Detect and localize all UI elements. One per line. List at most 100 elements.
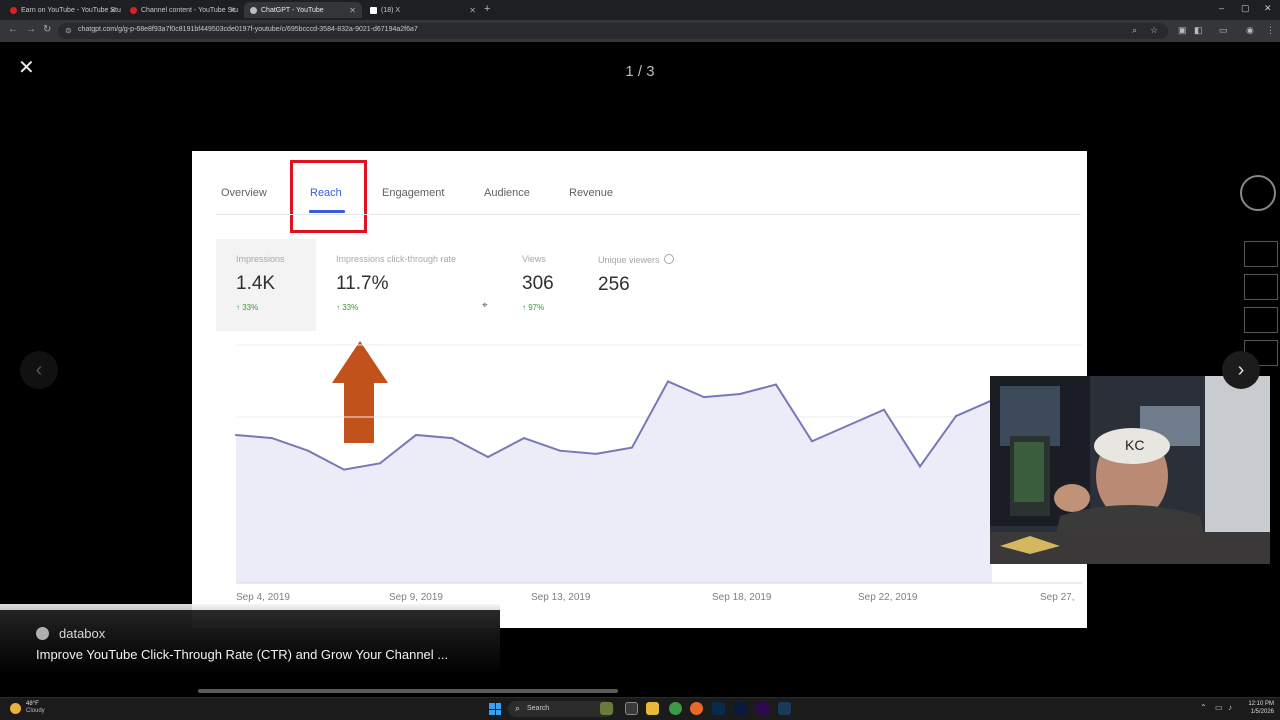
image-caption-title[interactable]: Improve YouTube Click-Through Rate (CTR)… xyxy=(36,647,448,662)
tab-overview: Overview xyxy=(221,187,267,199)
tab-close-icon[interactable]: ✕ xyxy=(349,6,356,15)
tab-close-icon[interactable]: ✕ xyxy=(229,6,236,15)
new-tab-icon[interactable]: + xyxy=(484,3,490,15)
copilot-icon[interactable] xyxy=(600,702,613,715)
browser-tab[interactable]: (18) X ✕ xyxy=(364,2,482,18)
window-close-icon[interactable]: ✕ xyxy=(1264,3,1272,14)
clock-time: 12:10 PM xyxy=(1248,701,1274,707)
sidepanel-icon[interactable]: ▭ xyxy=(1219,25,1228,36)
previous-image-button[interactable]: ‹ xyxy=(20,351,58,389)
reload-icon[interactable]: ↻ xyxy=(43,24,51,35)
steam-icon[interactable] xyxy=(778,702,791,715)
x-axis-label: Sep 22, 2019 xyxy=(858,592,918,603)
tray-chevron-icon[interactable]: ⌃ xyxy=(1200,703,1207,712)
chart-data-point xyxy=(631,446,633,449)
webcam-overlay: KC xyxy=(990,376,1270,564)
address-bar: ← → ↻ ⊜ chatgpt.com/g/g-p-68e8f93a7f0c81… xyxy=(0,20,1280,42)
volume-icon[interactable]: ♪ xyxy=(1228,703,1232,712)
metric-ctr: Impressions click-through rate 11.7% ↑ 3… xyxy=(336,254,456,312)
browser-tab-strip: Earn on YouTube - YouTube Stu ✕ Channel … xyxy=(0,0,1280,20)
forward-icon[interactable]: → xyxy=(26,24,36,35)
zoom-icon[interactable]: ⌕ xyxy=(1132,25,1137,36)
chart-data-point xyxy=(595,452,597,455)
url-text: chatgpt.com/g/g-p-68e8f93a7f0c8191bf4495… xyxy=(78,26,418,33)
weather-widget[interactable]: 48°F Cloudy xyxy=(10,701,45,715)
chart-data-point xyxy=(919,465,921,468)
chart-data-point xyxy=(271,437,273,440)
metric-label: Impressions click-through rate xyxy=(336,254,457,264)
browser-tab-title: ChatGPT - YouTube xyxy=(261,6,324,14)
weather-icon xyxy=(10,702,21,714)
mouse-cursor-icon: ⌖ xyxy=(482,300,488,311)
file-explorer-icon[interactable] xyxy=(646,702,659,715)
x-favicon-icon xyxy=(370,6,377,14)
task-view-icon[interactable] xyxy=(625,702,638,715)
chart-data-point xyxy=(487,456,489,458)
maximize-icon[interactable]: ▢ xyxy=(1241,3,1250,14)
chart-data-point xyxy=(379,462,381,465)
lightroom-icon[interactable] xyxy=(712,702,725,715)
taskbar-search[interactable]: ⌕ Search xyxy=(508,701,614,717)
chart-data-point xyxy=(307,449,309,452)
metric-impressions: Impressions 1.4K ↑ 33% xyxy=(236,254,285,312)
bookmark-star-icon[interactable]: ☆ xyxy=(1150,25,1158,36)
metric-value: 306 xyxy=(522,273,554,294)
tab-close-icon[interactable]: ✕ xyxy=(109,6,116,15)
chart-data-point xyxy=(451,437,453,440)
metric-value: 1.4K xyxy=(236,273,276,294)
image-source[interactable]: databox xyxy=(36,626,105,641)
weather-desc: Cloudy xyxy=(26,708,45,714)
chart-data-point xyxy=(343,468,345,471)
chart-data-point xyxy=(415,433,417,436)
x-axis-label: Sep 9, 2019 xyxy=(389,592,443,603)
metric-views: Views 306 ↑ 97% xyxy=(522,254,554,312)
url-field[interactable]: ⊜ chatgpt.com/g/g-p-68e8f93a7f0c8191bf44… xyxy=(58,23,1168,39)
windows-taskbar: 48°F Cloudy ⌕ Search ⌃ ▭ ♪ 12:10 PM 1/5/… xyxy=(0,697,1280,720)
chart-data-point xyxy=(955,415,957,418)
metric-unique-viewers: Unique viewers 256 xyxy=(598,254,674,296)
browser-tab-title: Channel content - YouTube Stu xyxy=(141,6,239,14)
youtube-analytics-slide: Overview Reach Engagement Audience Reven… xyxy=(192,151,1087,628)
svg-text:KC: KC xyxy=(1125,437,1144,453)
image-counter: 1 / 3 xyxy=(625,63,655,80)
search-label: Search xyxy=(527,705,550,712)
site-info-icon[interactable]: ⊜ xyxy=(65,26,72,35)
menu-icon[interactable]: ⋮ xyxy=(1266,25,1275,36)
browser-tab-title: Earn on YouTube - YouTube Stu xyxy=(21,6,121,14)
chart-data-point xyxy=(703,396,705,399)
minimize-icon[interactable]: – xyxy=(1219,3,1224,13)
source-favicon-icon xyxy=(36,627,49,640)
puzzle-extensions-icon[interactable]: ◧ xyxy=(1194,25,1203,36)
chart-data-point xyxy=(739,393,741,395)
network-icon[interactable]: ▭ xyxy=(1215,703,1223,712)
x-axis-label: Sep 18, 2019 xyxy=(712,592,772,603)
next-image-button[interactable]: › xyxy=(1222,351,1260,389)
close-viewer-icon[interactable]: ✕ xyxy=(18,58,35,78)
photoshop-icon[interactable] xyxy=(734,702,747,715)
premiere-icon[interactable] xyxy=(756,702,769,715)
chatgpt-favicon-icon xyxy=(250,6,257,14)
taskbar-clock[interactable]: 12:10 PM 1/5/2026 xyxy=(1240,700,1274,716)
horizontal-scrollbar[interactable] xyxy=(198,689,618,693)
chart-data-point xyxy=(667,380,669,383)
metric-change: ↑ 33% xyxy=(336,303,359,312)
firefox-icon[interactable] xyxy=(690,702,703,715)
extension-icon[interactable]: ▣ xyxy=(1178,25,1187,36)
caption-background xyxy=(0,610,500,676)
metric-change: ↑ 33% xyxy=(236,303,259,312)
chrome-icon[interactable] xyxy=(669,702,682,715)
screen: Earn on YouTube - YouTube Stu ✕ Channel … xyxy=(0,0,1280,720)
profile-icon[interactable]: ◉ xyxy=(1246,25,1254,36)
browser-tab[interactable]: Channel content - YouTube Stu ✕ xyxy=(124,2,242,18)
back-icon[interactable]: ← xyxy=(8,24,18,35)
tab-revenue: Revenue xyxy=(569,187,614,199)
browser-tab[interactable]: Earn on YouTube - YouTube Stu ✕ xyxy=(4,2,122,18)
metric-label: Views xyxy=(522,254,546,264)
tab-close-icon[interactable]: ✕ xyxy=(469,6,476,15)
windows-start-icon[interactable] xyxy=(489,703,501,715)
metric-label: Unique viewers xyxy=(598,254,674,265)
browser-tab-active[interactable]: ChatGPT - YouTube ✕ xyxy=(244,2,362,18)
impressions-chart xyxy=(235,344,1082,584)
x-axis-label: Sep 13, 2019 xyxy=(531,592,591,603)
source-name: databox xyxy=(59,626,106,641)
